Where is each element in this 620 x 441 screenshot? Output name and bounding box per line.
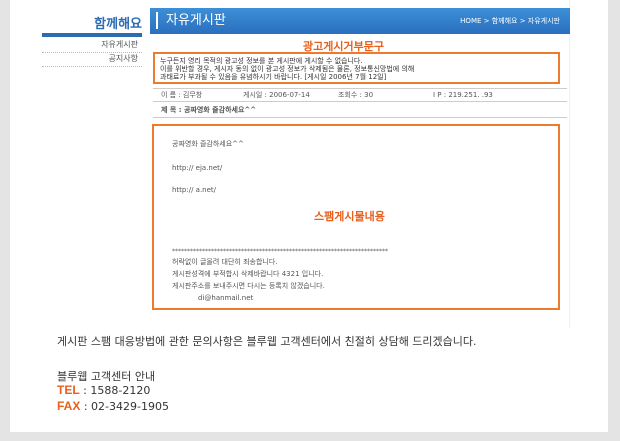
- fax-number: : 02-3429-1905: [80, 400, 169, 413]
- inquiry-notice: 게시판 스팸 대응방법에 관한 문의사항은 블루웹 고객센터에서 친절히 상담해…: [57, 335, 477, 348]
- board-title: 자유게시판: [156, 12, 226, 29]
- tel-label: TEL: [57, 383, 80, 397]
- post-views: 조회수 : 30: [338, 91, 374, 99]
- spam-divider: ****************************************…: [172, 248, 388, 255]
- sidebar-item-notice[interactable]: 공지사항: [42, 53, 142, 67]
- customer-center-title: 블루웹 고객센터 안내: [57, 370, 156, 383]
- contact-tel: TEL : 1588-2120: [57, 383, 150, 397]
- post-ip: I P : 219.251. .93: [433, 91, 493, 99]
- spam-email: di@hanmail.net: [198, 294, 254, 302]
- post-subject: 제 목 : 공짜영화 즐감하세요^^: [161, 106, 257, 114]
- spam-link[interactable]: http:// eja.net/: [172, 164, 222, 172]
- sidebar-title: 함께해요: [94, 17, 142, 32]
- spam-footer: 게시판성격에 부적합시 삭제바랍니다 4321 입니다.: [172, 270, 324, 278]
- tel-number: : 1588-2120: [79, 384, 151, 397]
- ad-notice-line: 누구든지 영리 목적의 광고성 정보를 본 게시판에 게시할 수 없습니다.: [160, 57, 363, 65]
- spam-footer: 허락없이 글올려 대단히 죄송합니다.: [172, 258, 278, 266]
- ad-notice-box: 누구든지 영리 목적의 광고성 정보를 본 게시판에 게시할 수 없습니다. 이…: [153, 52, 560, 84]
- spam-content-label: 스팸게시물내용: [314, 210, 385, 223]
- post-date: 게시일 : 2006-07-14: [243, 91, 310, 99]
- spam-text: 공짜영화 즐감하세요^^: [172, 140, 244, 148]
- sidebar-item-free-board[interactable]: 자유게시판: [42, 39, 142, 53]
- ad-notice-line: 과태료가 부과될 수 있음을 유념하시기 바랍니다. [게시일 2006년 7월…: [160, 73, 387, 81]
- spam-content-box: 공짜영화 즐감하세요^^ http:// eja.net/ http:// a.…: [152, 124, 560, 310]
- spam-footer: 게시판주소를 보내주시면 다시는 등록치 않겠습니다.: [172, 282, 325, 290]
- post-author: 이 름 : 김무창: [161, 91, 203, 99]
- post-info-row: 이 름 : 김무창 게시일 : 2006-07-14 조회수 : 30 I P …: [153, 88, 567, 102]
- contact-fax: FAX : 02-3429-1905: [57, 399, 169, 413]
- spam-link[interactable]: http:// a.net/: [172, 186, 216, 194]
- ad-notice-line: 이를 위반할 경우, 게시자 동의 없이 광고성 정보가 삭제됨은 물론, 정보…: [160, 65, 415, 73]
- post-subject-row: 제 목 : 공짜영화 즐감하세요^^: [153, 104, 567, 118]
- board-header: 자유게시판 HOME > 함께해요 > 자유게시판: [150, 8, 570, 34]
- breadcrumb[interactable]: HOME > 함께해요 > 자유게시판: [460, 16, 560, 26]
- sidebar-divider: [42, 33, 142, 37]
- fax-label: FAX: [57, 399, 81, 413]
